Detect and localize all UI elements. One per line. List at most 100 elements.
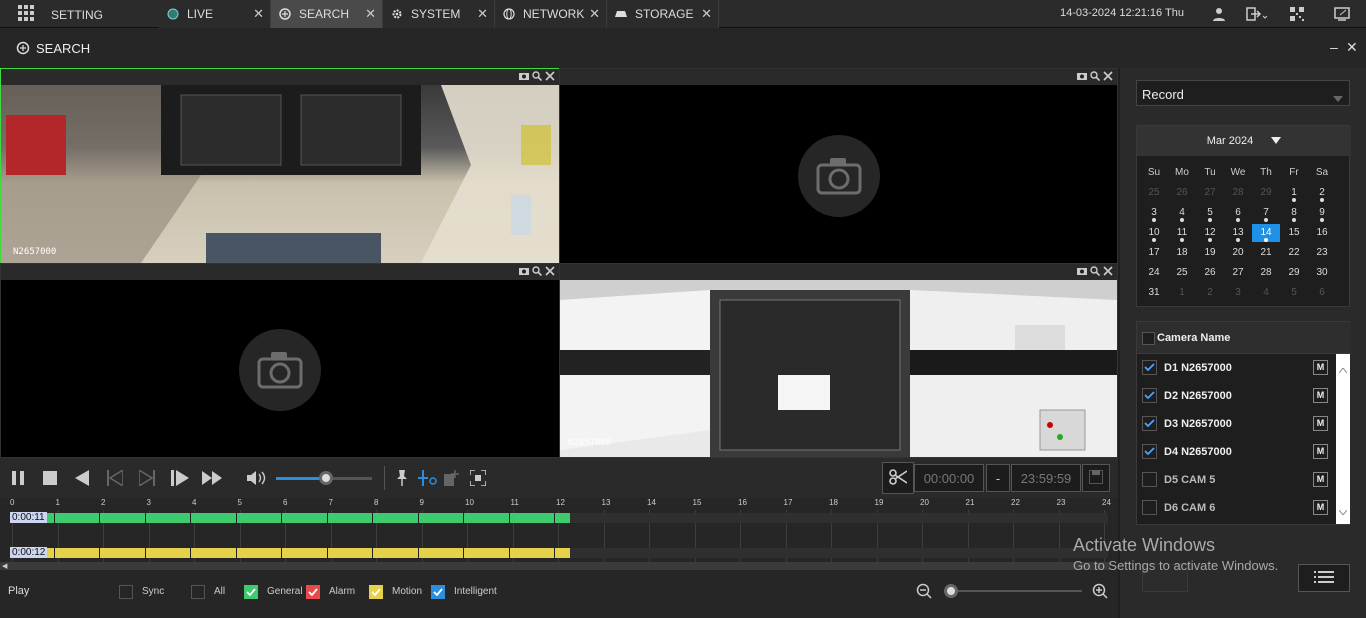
- video-window-2[interactable]: [559, 68, 1118, 264]
- calendar-day[interactable]: 7: [1252, 204, 1280, 222]
- calendar-day[interactable]: 4: [1168, 204, 1196, 222]
- previous-frame-icon[interactable]: [105, 468, 125, 488]
- calendar-day[interactable]: 10: [1140, 224, 1168, 242]
- play-backward-icon[interactable]: [72, 468, 92, 488]
- video-window-4[interactable]: N2657000: [559, 263, 1118, 458]
- tab-storage-close-icon[interactable]: ✕: [701, 6, 712, 22]
- calendar-day[interactable]: 2: [1308, 184, 1336, 202]
- filter-intelligent-checkbox[interactable]: [431, 585, 445, 599]
- timeline-zoom-handle[interactable]: [944, 584, 958, 598]
- calendar-day[interactable]: 14: [1252, 224, 1280, 242]
- calendar-day[interactable]: 6: [1308, 284, 1336, 302]
- tag-list-icon[interactable]: [443, 468, 463, 488]
- zoom-icon[interactable]: [1090, 71, 1101, 82]
- zoom-icon[interactable]: [532, 71, 543, 82]
- filter-alarm-checkbox[interactable]: [306, 585, 320, 599]
- timeline-zoom-slider[interactable]: [944, 584, 1082, 598]
- camera-checkbox[interactable]: [1142, 500, 1157, 515]
- filter-all-checkbox[interactable]: [191, 585, 205, 599]
- pause-icon[interactable]: [8, 468, 28, 488]
- camera-checkbox[interactable]: [1142, 388, 1157, 403]
- calendar-day[interactable]: 5: [1196, 204, 1224, 222]
- filter-motion-checkbox[interactable]: [369, 585, 383, 599]
- display-icon[interactable]: [1333, 5, 1351, 23]
- filter-sync-checkbox[interactable]: [119, 585, 133, 599]
- camera-row[interactable]: D2 N2657000 M: [1137, 382, 1337, 410]
- camera-row[interactable]: D1 N2657000 M: [1137, 354, 1337, 382]
- snapshot-icon[interactable]: [519, 266, 529, 276]
- pin-icon[interactable]: [392, 468, 412, 488]
- calendar-day[interactable]: 26: [1168, 184, 1196, 202]
- calendar-day[interactable]: 18: [1168, 244, 1196, 262]
- tab-search-close-icon[interactable]: ✕: [365, 6, 376, 22]
- calendar-day[interactable]: 26: [1196, 264, 1224, 282]
- calendar-day[interactable]: 27: [1196, 184, 1224, 202]
- clip-button[interactable]: [882, 462, 914, 494]
- calendar-day[interactable]: 19: [1196, 244, 1224, 262]
- calendar-day[interactable]: 21: [1252, 244, 1280, 262]
- calendar-day[interactable]: 9: [1308, 204, 1336, 222]
- calendar-header[interactable]: Mar 2024: [1137, 126, 1351, 156]
- calendar-day[interactable]: 31: [1140, 284, 1168, 302]
- stop-icon[interactable]: [40, 468, 60, 488]
- zoom-icon[interactable]: [532, 266, 543, 277]
- camera-row[interactable]: D6 CAM 6 M: [1137, 494, 1337, 522]
- timeline-scroll-left-icon[interactable]: ◀: [2, 562, 7, 570]
- tab-network-close-icon[interactable]: ✕: [589, 6, 600, 22]
- month-dropdown-icon[interactable]: [1271, 135, 1282, 147]
- scroll-up-icon[interactable]: [1338, 364, 1348, 376]
- calendar-day[interactable]: 2: [1196, 284, 1224, 302]
- close-icon[interactable]: [545, 71, 555, 81]
- calendar-day[interactable]: 24: [1140, 264, 1168, 282]
- tab-live[interactable]: LIVE ✕: [159, 0, 271, 28]
- next-frame-icon[interactable]: [137, 468, 157, 488]
- camera-row[interactable]: D5 CAM 5 M: [1137, 466, 1337, 494]
- calendar-day[interactable]: 22: [1280, 244, 1308, 262]
- snapshot-icon[interactable]: [519, 71, 529, 81]
- clip-end-time[interactable]: 23:59:59: [1011, 464, 1081, 492]
- close-icon[interactable]: [545, 266, 555, 276]
- minimize-button[interactable]: –: [1330, 39, 1338, 55]
- record-type-select[interactable]: Record: [1136, 80, 1350, 106]
- volume-icon[interactable]: [247, 468, 267, 488]
- fast-forward-icon[interactable]: [202, 468, 222, 488]
- timeline[interactable]: 0 1 2 3 4 5 6 7 8 9 10 11 12 13 14 15 16 17 18 19 20 21 22 23 24…: [0, 498, 1118, 572]
- video-window-1[interactable]: N2657000: [0, 68, 560, 264]
- calendar-day[interactable]: 30: [1308, 264, 1336, 282]
- calendar-day[interactable]: 1: [1280, 184, 1308, 202]
- fullscreen-icon[interactable]: [468, 468, 488, 488]
- calendar-day[interactable]: 3: [1224, 284, 1252, 302]
- calendar-day[interactable]: 29: [1280, 264, 1308, 282]
- filter-general-checkbox[interactable]: [244, 585, 258, 599]
- calendar-day[interactable]: 6: [1224, 204, 1252, 222]
- camera-stream-toggle[interactable]: M: [1313, 388, 1328, 403]
- user-icon[interactable]: [1210, 5, 1228, 23]
- tab-live-close-icon[interactable]: ✕: [253, 6, 264, 22]
- timeline-track-2[interactable]: 0:00:12: [10, 547, 1108, 558]
- tab-system-close-icon[interactable]: ✕: [477, 6, 488, 22]
- close-icon[interactable]: [1103, 266, 1113, 276]
- calendar-day[interactable]: 17: [1140, 244, 1168, 262]
- camera-row[interactable]: D3 N2657000 M: [1137, 410, 1337, 438]
- camera-stream-toggle[interactable]: M: [1313, 360, 1328, 375]
- calendar-day[interactable]: 16: [1308, 224, 1336, 242]
- snapshot-icon[interactable]: [1077, 71, 1087, 81]
- close-icon[interactable]: [1103, 71, 1113, 81]
- save-clip-button[interactable]: [1082, 464, 1110, 492]
- camera-checkbox[interactable]: [1142, 444, 1157, 459]
- select-all-checkbox[interactable]: [1142, 332, 1155, 345]
- snapshot-icon[interactable]: [1077, 266, 1087, 276]
- setting-menu[interactable]: SETTING: [51, 8, 103, 22]
- camera-checkbox[interactable]: [1142, 416, 1157, 431]
- zoom-icon[interactable]: [1090, 266, 1101, 277]
- zoom-out-icon[interactable]: [916, 583, 932, 602]
- calendar-day[interactable]: 25: [1168, 264, 1196, 282]
- calendar-day[interactable]: 29: [1252, 184, 1280, 202]
- volume-slider[interactable]: [276, 471, 372, 485]
- camera-stream-toggle[interactable]: M: [1313, 472, 1328, 487]
- camera-checkbox[interactable]: [1142, 472, 1157, 487]
- calendar-day[interactable]: 12: [1196, 224, 1224, 242]
- calendar-day[interactable]: 11: [1168, 224, 1196, 242]
- calendar-day[interactable]: 3: [1140, 204, 1168, 222]
- calendar-day[interactable]: 4: [1252, 284, 1280, 302]
